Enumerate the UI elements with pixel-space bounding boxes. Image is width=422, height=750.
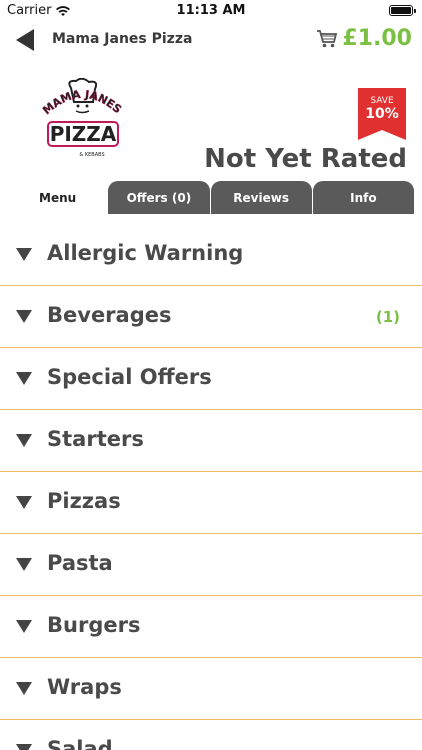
category-label: Allergic Warning [47,241,244,265]
tab-info[interactable]: Info [312,181,415,214]
tab-reviews[interactable]: Reviews [210,181,312,214]
category-label: Wraps [47,675,122,699]
menu-category-wraps[interactable]: Wraps [0,658,422,720]
expand-arrow-icon [16,496,32,509]
expand-arrow-icon [16,620,32,633]
restaurant-title: Mama Janes Pizza [52,31,193,47]
menu-category-pizzas[interactable]: Pizzas [0,472,422,534]
nav-bar: Mama Janes Pizza £1.00 [0,22,422,62]
svg-text:& KEBABS: & KEBABS [79,152,104,158]
restaurant-logo: MAMA JANES PIZZA & KEBABS [40,78,124,158]
cart-button[interactable]: £1.00 [316,26,412,51]
back-button[interactable] [14,28,36,52]
svg-text:PIZZA: PIZZA [50,122,117,146]
expand-arrow-icon [16,248,32,261]
expand-arrow-icon [16,744,32,750]
shopping-cart-icon [317,29,338,47]
rating-text: Not Yet Rated [204,144,407,174]
category-label: Special Offers [47,365,212,389]
restaurant-header: MAMA JANES PIZZA & KEBABS SAVE 10% Not Y… [0,72,422,182]
battery-icon [389,5,416,16]
menu-category-beverages[interactable]: Beverages (1) [0,286,422,348]
category-label: Pizzas [47,489,121,513]
category-label: Beverages [47,303,172,327]
menu-category-special-offers[interactable]: Special Offers [0,348,422,410]
status-time: 11:13 AM [176,3,246,18]
category-label: Starters [47,427,144,451]
category-label: Burgers [47,613,141,637]
category-count: (1) [375,308,400,326]
tab-bar: Menu Offers (0) Reviews Info [8,181,415,214]
back-arrow-icon [16,29,34,51]
menu-category-list: Allergic Warning Beverages (1) Special O… [0,224,422,750]
save-badge: SAVE 10% [358,88,406,140]
menu-category-starters[interactable]: Starters [0,410,422,472]
menu-category-salad[interactable]: Salad [0,720,422,750]
category-label: Pasta [47,551,113,575]
expand-arrow-icon [16,434,32,447]
expand-arrow-icon [16,558,32,571]
menu-category-burgers[interactable]: Burgers [0,596,422,658]
tab-menu[interactable]: Menu [8,181,108,214]
tab-offers[interactable]: Offers (0) [108,181,210,214]
category-label: Salad [47,737,113,750]
expand-arrow-icon [16,310,32,323]
save-label: SAVE [370,96,394,106]
menu-category-allergic-warning[interactable]: Allergic Warning [0,224,422,286]
save-value: 10% [365,106,399,122]
cart-total: £1.00 [342,26,412,51]
expand-arrow-icon [16,682,32,695]
menu-category-pasta[interactable]: Pasta [0,534,422,596]
expand-arrow-icon [16,372,32,385]
status-bar: Carrier 11:13 AM [0,0,422,22]
